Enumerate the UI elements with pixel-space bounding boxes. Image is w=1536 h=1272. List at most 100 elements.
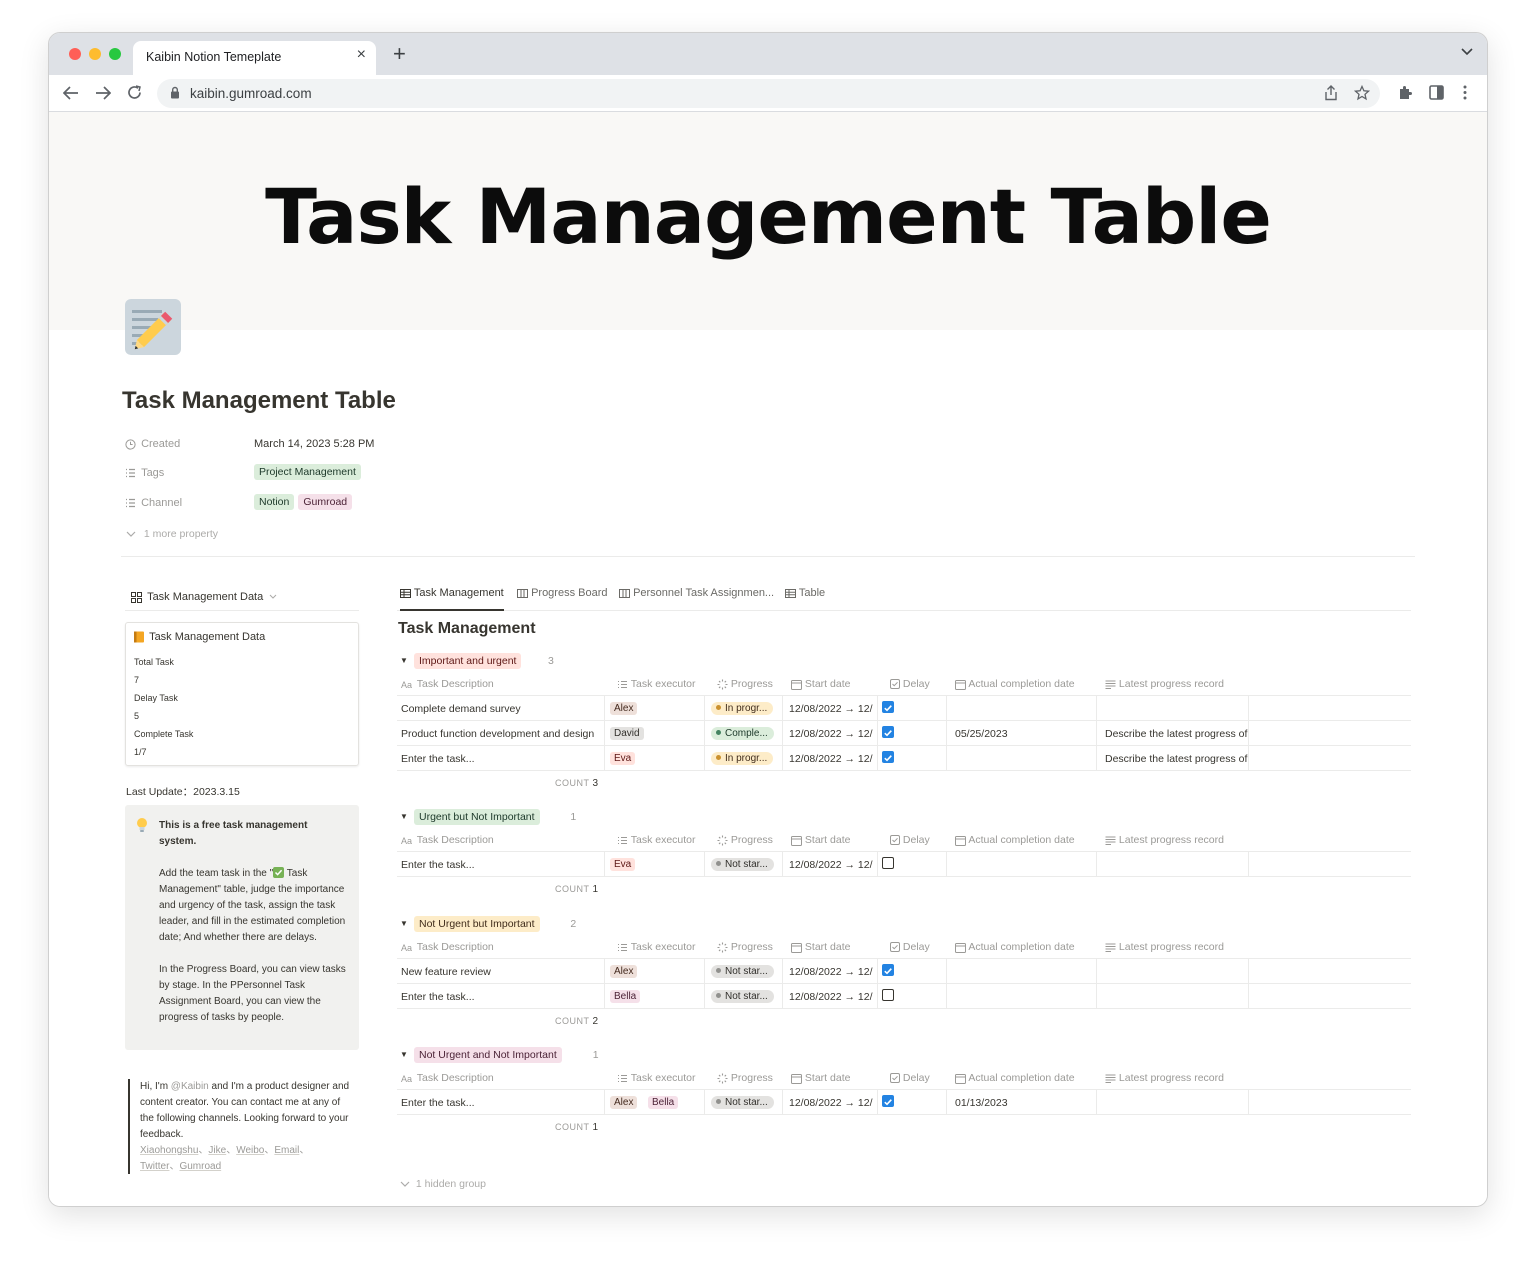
delay-cell[interactable]	[878, 852, 947, 876]
task-cell[interactable]: Enter the task...	[397, 852, 605, 876]
delay-cell[interactable]	[878, 696, 947, 720]
count-summary[interactable]: COUNT 1	[555, 1122, 599, 1133]
count-summary[interactable]: COUNT 2	[555, 1016, 599, 1027]
col-progress[interactable]: Progress	[717, 678, 773, 690]
maximize-window-button[interactable]	[109, 48, 121, 60]
progress-cell[interactable]: Not star...	[705, 1090, 783, 1114]
close-window-button[interactable]	[69, 48, 81, 60]
task-cell[interactable]: Enter the task...	[397, 746, 605, 770]
col-task-executor[interactable]: Task executor	[617, 834, 696, 846]
task-cell[interactable]: Enter the task...	[397, 1090, 605, 1114]
executor-cell[interactable]: David	[605, 721, 705, 745]
executor-tag[interactable]: Alex	[610, 965, 638, 978]
start-date-cell[interactable]: 12/08/2022 → 12/	[783, 1090, 878, 1114]
status-badge[interactable]: Not star...	[711, 1096, 774, 1109]
browser-tab[interactable]: Kaibin Notion Temeplate ×	[133, 41, 376, 75]
property-created[interactable]: Created	[125, 438, 180, 450]
bookmark-star-icon[interactable]	[1354, 85, 1370, 101]
executor-cell[interactable]: Bella	[605, 984, 705, 1008]
task-description[interactable]: Enter the task...	[401, 991, 475, 1003]
count-summary[interactable]: COUNT 3	[555, 778, 599, 789]
checkbox-checked[interactable]	[882, 751, 894, 763]
triangle-down-icon[interactable]: ▼	[400, 1050, 408, 1059]
executor-cell[interactable]: Eva	[605, 852, 705, 876]
minimize-window-button[interactable]	[89, 48, 101, 60]
col-task-description[interactable]: Aa Task Description	[401, 678, 494, 690]
col-actual-completion[interactable]: Actual completion date	[955, 1072, 1075, 1084]
status-badge[interactable]: In progr...	[711, 702, 774, 715]
start-date-cell[interactable]: 12/08/2022 → 12/	[783, 696, 878, 720]
col-task-description[interactable]: Aa Task Description	[401, 1072, 494, 1084]
start-date-cell[interactable]: 12/08/2022 → 12/	[783, 959, 878, 983]
start-date-cell[interactable]: 12/08/2022 → 12/	[783, 721, 878, 745]
latest-progress-cell[interactable]: Describe the latest progress of	[1097, 721, 1249, 745]
col-latest-progress[interactable]: Latest progress record	[1105, 678, 1224, 690]
col-progress[interactable]: Progress	[717, 1072, 773, 1084]
more-properties-toggle[interactable]: 1 more property	[126, 528, 218, 540]
latest-progress-cell[interactable]	[1097, 696, 1249, 720]
actual-completion-cell[interactable]	[947, 852, 1097, 876]
col-latest-progress[interactable]: Latest progress record	[1105, 834, 1224, 846]
task-cell[interactable]: Product function development and design	[397, 721, 605, 745]
delay-cell[interactable]	[878, 746, 947, 770]
task-cell[interactable]: New feature review	[397, 959, 605, 983]
actual-completion-cell[interactable]: 01/13/2023	[947, 1090, 1097, 1114]
side-panel-icon[interactable]	[1429, 85, 1444, 100]
forward-icon[interactable]	[95, 86, 111, 100]
progress-cell[interactable]: Comple...	[705, 721, 783, 745]
col-task-description[interactable]: Aa Task Description	[401, 941, 494, 953]
latest-progress-cell[interactable]	[1097, 1090, 1249, 1114]
status-badge[interactable]: Not star...	[711, 858, 774, 871]
actual-completion-cell[interactable]: 05/25/2023	[947, 721, 1097, 745]
start-date-cell[interactable]: 12/08/2022 → 12/	[783, 746, 878, 770]
tab-personnel-assignment[interactable]: Personnel Task Assignmen...	[619, 587, 774, 611]
lock-icon[interactable]	[170, 86, 180, 99]
col-task-description[interactable]: Aa Task Description	[401, 834, 494, 846]
col-progress[interactable]: Progress	[717, 834, 773, 846]
task-description[interactable]: Complete demand survey	[401, 703, 521, 715]
col-latest-progress[interactable]: Latest progress record	[1105, 941, 1224, 953]
memo-pencil-icon[interactable]	[124, 298, 182, 356]
table-row[interactable]: Enter the task... Eva In progr... 12/08/202…	[397, 746, 1411, 771]
latest-progress-cell[interactable]	[1097, 959, 1249, 983]
link-email[interactable]: Email	[274, 1145, 299, 1156]
task-description[interactable]: Enter the task...	[401, 753, 475, 765]
actual-completion-cell[interactable]	[947, 959, 1097, 983]
col-delay[interactable]: Delay	[890, 1072, 930, 1084]
delay-cell[interactable]	[878, 721, 947, 745]
checkbox-unchecked[interactable]	[882, 989, 894, 1001]
tab-task-management[interactable]: Task Management	[400, 587, 504, 611]
progress-cell[interactable]: Not star...	[705, 852, 783, 876]
executor-cell[interactable]: Alex	[605, 959, 705, 983]
tag-notion[interactable]: Notion	[254, 494, 295, 510]
col-start-date[interactable]: Start date	[791, 1072, 850, 1084]
linked-db-header[interactable]: Task Management Data	[131, 591, 277, 603]
checkbox-checked[interactable]	[882, 701, 894, 713]
property-channel[interactable]: Channel	[125, 497, 182, 509]
col-start-date[interactable]: Start date	[791, 941, 850, 953]
col-delay[interactable]: Delay	[890, 834, 930, 846]
tag-project-management[interactable]: Project Management	[254, 464, 361, 480]
status-badge[interactable]: In progr...	[711, 752, 774, 765]
triangle-down-icon[interactable]: ▼	[400, 812, 408, 821]
executor-tag[interactable]: Eva	[610, 752, 636, 765]
triangle-down-icon[interactable]: ▼	[400, 919, 408, 928]
col-progress[interactable]: Progress	[717, 941, 773, 953]
col-actual-completion[interactable]: Actual completion date	[955, 834, 1075, 846]
actual-completion-cell[interactable]	[947, 984, 1097, 1008]
executor-tag[interactable]: Alex	[610, 702, 638, 715]
database-title[interactable]: Task Management	[398, 620, 536, 638]
executor-tag[interactable]: Alex	[610, 1096, 638, 1109]
link-jike[interactable]: Jike	[208, 1145, 226, 1156]
new-tab-icon[interactable]: +	[393, 43, 406, 65]
executor-cell[interactable]: Eva	[605, 746, 705, 770]
close-tab-icon[interactable]: ×	[357, 46, 366, 64]
tab-table[interactable]: Table	[785, 587, 825, 611]
checkbox-checked[interactable]	[882, 964, 894, 976]
delay-cell[interactable]	[878, 959, 947, 983]
task-description[interactable]: Enter the task...	[401, 859, 475, 871]
task-cell[interactable]: Enter the task...	[397, 984, 605, 1008]
executor-tag[interactable]: David	[610, 727, 644, 740]
executor-cell[interactable]: Alex Bella	[605, 1090, 705, 1114]
link-xiaohongshu[interactable]: Xiaohongshu	[140, 1145, 198, 1156]
